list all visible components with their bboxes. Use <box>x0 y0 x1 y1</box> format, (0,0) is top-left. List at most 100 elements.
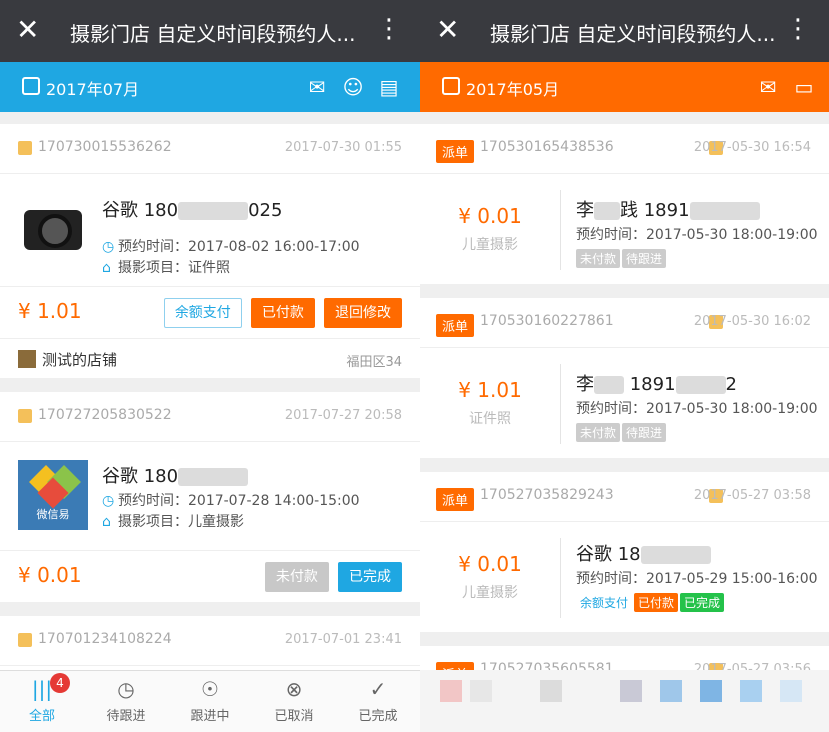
order-price: ¥ 0.01 <box>18 563 82 587</box>
order-icon <box>18 141 32 155</box>
top-bar: ✕ 摄影门店 自定义时间段预约人... ⋮ <box>0 0 420 62</box>
order-header: 170727205830522 2017-07-27 20:58 <box>0 392 420 442</box>
close-icon[interactable]: ✕ <box>16 14 39 46</box>
tab-cancelled[interactable]: ⊗ 已取消 <box>252 671 336 732</box>
blurred-text <box>594 376 624 394</box>
shop-area: 福田区34 <box>346 355 402 370</box>
top-bar: ✕ 摄影门店 自定义时间段预约人... ⋮ <box>420 0 829 62</box>
appointment-time: 预约时间：2017-05-30 18:00-19:00 <box>576 401 818 417</box>
paid-button[interactable]: 已付款 <box>250 298 315 328</box>
camera-image <box>18 192 88 262</box>
project-type: 证件照 <box>469 411 511 427</box>
appointment-time: ◷ 预约时间：2017-08-02 16:00-17:00 <box>102 239 360 255</box>
month-label[interactable]: 2017年05月 <box>466 76 559 100</box>
order-header: 170701234108224 2017-07-01 23:41 <box>0 616 420 666</box>
balance-pay-tag: 余额支付 <box>580 596 629 610</box>
month-bar: 2017年05月 ✉ ▭ <box>420 62 829 112</box>
clock-icon: ◷ <box>102 493 115 509</box>
calendar-icon[interactable] <box>442 77 460 95</box>
close-icon[interactable]: ✕ <box>436 14 459 46</box>
count-badge: 4 <box>50 673 70 693</box>
photo-project: ⌂ 摄影项目：儿童摄影 <box>102 514 244 530</box>
tab-following[interactable]: ☉ 跟进中 <box>168 671 252 732</box>
pending-tag: 待跟进 <box>622 423 667 442</box>
order-date: 2017-05-27 03:58 <box>693 488 811 503</box>
photo-project: ⌂ 摄影项目：证件照 <box>102 260 230 276</box>
tree-icon: ⌂ <box>102 260 111 276</box>
message-icon[interactable]: ✉ <box>755 74 781 100</box>
user-icon[interactable]: ☺ <box>340 74 366 100</box>
dispatch-badge: 派单 <box>436 140 475 163</box>
blurred-phone <box>640 546 711 564</box>
order-card[interactable]: 170730015536262 2017-07-30 01:55 谷歌 180 0… <box>0 124 420 378</box>
unpaid-tag: 未付款 <box>576 249 621 268</box>
blurred-phone <box>178 202 249 220</box>
order-list: 派单 170530165438536 2017-05-30 16:54 ¥ 0.… <box>420 112 829 732</box>
bottom-tab-bar: ||| 全部 4 ◷ 待跟进 ☉ 跟进中 ⊗ 已取消 ✓ 已完成 <box>0 670 420 732</box>
customer-name: 李践 1891 <box>576 196 760 222</box>
order-header: 170730015536262 2017-07-30 01:55 <box>0 124 420 174</box>
chat-icon[interactable]: ▭ <box>791 74 817 100</box>
clock-icon: ◷ <box>102 239 115 255</box>
balance-pay-button[interactable]: 余额支付 <box>163 298 242 328</box>
order-date: 2017-05-30 16:54 <box>693 140 811 155</box>
order-list: 170730015536262 2017-07-30 01:55 谷歌 180 0… <box>0 112 420 732</box>
order-footer: ¥ 1.01 余额支付 已付款 退回修改 <box>0 286 420 338</box>
blurred-phone <box>689 202 760 220</box>
pending-tag: 待跟进 <box>622 249 667 268</box>
customer-name: 谷歌 18 <box>576 540 711 566</box>
return-edit-button[interactable]: 退回修改 <box>324 298 402 328</box>
order-date: 2017-07-30 01:55 <box>284 140 402 155</box>
person-follow-icon: ☉ <box>201 677 219 701</box>
right-screen: ✕ 摄影门店 自定义时间段预约人... ⋮ 2017年05月 ✉ ▭ 派单 17… <box>420 0 829 732</box>
order-card[interactable]: 派单 170527035829243 2017-05-27 03:58 ¥ 0.… <box>420 472 829 632</box>
order-number: 170730015536262 <box>38 139 172 155</box>
order-number: 170530160227861 <box>480 313 614 329</box>
order-date: 2017-05-30 16:02 <box>693 314 811 329</box>
customer-name: 谷歌 180 <box>102 462 249 488</box>
tab-pending[interactable]: ◷ 待跟进 <box>84 671 168 732</box>
tab-completed[interactable]: ✓ 已完成 <box>336 671 420 732</box>
paid-tag: 已付款 <box>634 593 679 612</box>
month-label[interactable]: 2017年07月 <box>46 76 139 100</box>
project-type: 儿童摄影 <box>462 585 518 601</box>
message-icon[interactable]: ✉ <box>304 74 330 100</box>
calendar-icon[interactable] <box>22 77 40 95</box>
unpaid-tag: 未付款 <box>576 423 621 442</box>
order-card[interactable]: 派单 170530160227861 2017-05-30 16:02 ¥ 1.… <box>420 298 829 458</box>
order-number: 170530165438536 <box>480 139 614 155</box>
page-title: 摄影门店 自定义时间段预约人... <box>490 22 776 46</box>
report-icon[interactable]: ▤ <box>376 74 402 100</box>
appointment-time: ◷ 预约时间：2017-07-28 14:00-15:00 <box>102 493 360 509</box>
dispatch-badge: 派单 <box>436 314 475 337</box>
price-block: ¥ 0.01 儿童摄影 <box>420 552 560 602</box>
unpaid-button[interactable]: 未付款 <box>264 562 329 592</box>
status-tags: 未付款 待跟进 <box>576 248 668 268</box>
status-tags: 未付款 待跟进 <box>576 422 668 442</box>
order-price: ¥ 0.01 <box>458 204 522 228</box>
month-bar: 2017年07月 ✉ ☺ ▤ <box>0 62 420 112</box>
order-card[interactable]: 派单 170530165438536 2017-05-30 16:54 ¥ 0.… <box>420 124 829 284</box>
appointment-time: 预约时间：2017-05-29 15:00-16:00 <box>576 571 818 587</box>
completed-tag: 已完成 <box>680 593 725 612</box>
order-card[interactable]: 170727205830522 2017-07-27 20:58 微信易 谷歌 … <box>0 392 420 602</box>
project-type: 儿童摄影 <box>462 237 518 253</box>
order-header: 派单 170530165438536 2017-05-30 16:54 <box>420 124 829 174</box>
blurred-phone <box>675 376 726 394</box>
shop-row[interactable]: 测试的店铺 福田区34 <box>0 338 420 378</box>
shop-icon <box>18 350 36 368</box>
more-icon[interactable]: ⋮ <box>785 12 811 46</box>
tab-all[interactable]: ||| 全部 4 <box>0 671 84 732</box>
order-price: ¥ 0.01 <box>458 552 522 576</box>
order-price: ¥ 1.01 <box>18 299 82 323</box>
shop-logo-image: 微信易 <box>18 460 88 530</box>
appointment-time: 预约时间：2017-05-30 18:00-19:00 <box>576 227 818 243</box>
more-icon[interactable]: ⋮ <box>376 12 402 46</box>
blurred-phone <box>178 468 249 486</box>
status-tags: 余额支付 已付款 已完成 <box>576 592 726 612</box>
completed-button[interactable]: 已完成 <box>338 562 402 592</box>
order-header: 派单 170530160227861 2017-05-30 16:02 <box>420 298 829 348</box>
order-price: ¥ 1.01 <box>458 378 522 402</box>
order-number: 170701234108224 <box>38 631 172 647</box>
order-number: 170527035829243 <box>480 487 614 503</box>
